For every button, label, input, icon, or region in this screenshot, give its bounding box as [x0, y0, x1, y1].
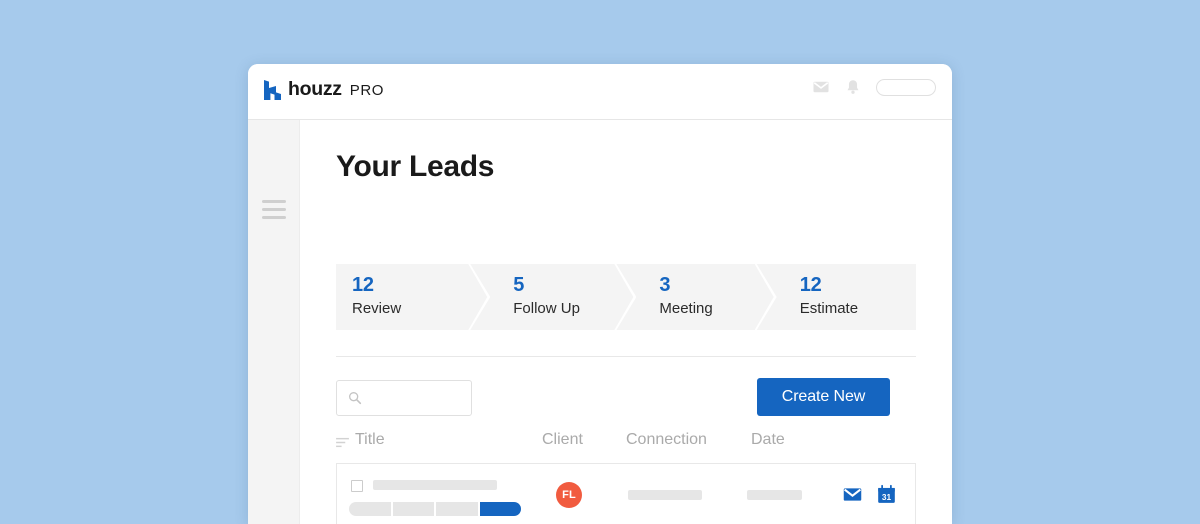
sidebar [248, 120, 300, 524]
stage-label: Follow Up [513, 299, 635, 319]
stage-label: Estimate [800, 299, 916, 319]
houzz-h-icon [264, 80, 281, 100]
row-connection-placeholder [628, 490, 702, 500]
create-new-button[interactable]: Create New [757, 378, 890, 416]
pipeline-stage-estimate[interactable]: 12 Estimate [776, 264, 916, 330]
hamburger-bar [262, 208, 286, 211]
top-bar: houzz PRO [248, 64, 952, 120]
section-divider [336, 356, 916, 357]
stage-label: Review [352, 299, 489, 319]
lead-pipeline: 12 Review 5 Follow Up 3 Meeting 12 Estim… [336, 264, 916, 330]
search-icon [347, 390, 363, 406]
row-date-placeholder [747, 490, 802, 500]
account-avatar-pill[interactable] [876, 79, 936, 96]
stage-count: 3 [659, 275, 775, 296]
brand-logo[interactable]: houzz PRO [264, 80, 384, 100]
column-header-date[interactable]: Date [751, 430, 785, 449]
envelope-icon[interactable] [842, 484, 863, 505]
hamburger-menu-icon[interactable] [262, 200, 286, 219]
page-background: houzz PRO [0, 0, 1200, 524]
pipeline-stage-follow-up[interactable]: 5 Follow Up [489, 264, 635, 330]
column-header-connection[interactable]: Connection [626, 430, 707, 449]
calendar-icon[interactable]: 31 [876, 484, 897, 505]
pipeline-stage-review[interactable]: 12 Review [336, 264, 489, 330]
stage-count: 12 [800, 275, 916, 296]
stage-count: 5 [513, 275, 635, 296]
row-title-placeholder [373, 480, 497, 490]
table-header: Title Client Connection Date [336, 430, 916, 458]
search-input[interactable] [369, 381, 471, 417]
row-checkbox[interactable] [351, 480, 363, 492]
row-actions: 31 [842, 484, 897, 505]
pipeline-stage-meeting[interactable]: 3 Meeting [635, 264, 775, 330]
brand-name: houzz [288, 80, 342, 100]
envelope-icon[interactable] [812, 78, 830, 96]
stage-count: 12 [352, 275, 489, 296]
page-title: Your Leads [336, 152, 494, 182]
progress-segment [436, 502, 478, 516]
hamburger-bar [262, 200, 286, 203]
svg-text:31: 31 [882, 492, 892, 502]
search-box[interactable] [336, 380, 472, 416]
sort-icon[interactable] [336, 437, 349, 448]
progress-segment [393, 502, 435, 516]
column-header-title[interactable]: Title [355, 430, 385, 449]
table-body: FL 31 [336, 463, 916, 524]
top-bar-actions [812, 78, 936, 96]
client-avatar[interactable]: FL [556, 482, 582, 508]
stage-label: Meeting [659, 299, 775, 319]
column-header-client[interactable]: Client [542, 430, 583, 449]
app-window: houzz PRO [248, 64, 952, 524]
main-content: Your Leads 12 Review 5 Follow Up 3 Meeti… [300, 120, 952, 524]
progress-segment [349, 502, 391, 516]
progress-segment-active [480, 502, 522, 516]
hamburger-bar [262, 216, 286, 219]
bell-icon[interactable] [844, 78, 862, 96]
brand-suffix: PRO [350, 83, 384, 98]
row-progress-bar [349, 502, 521, 516]
table-row[interactable]: FL 31 [336, 463, 916, 524]
